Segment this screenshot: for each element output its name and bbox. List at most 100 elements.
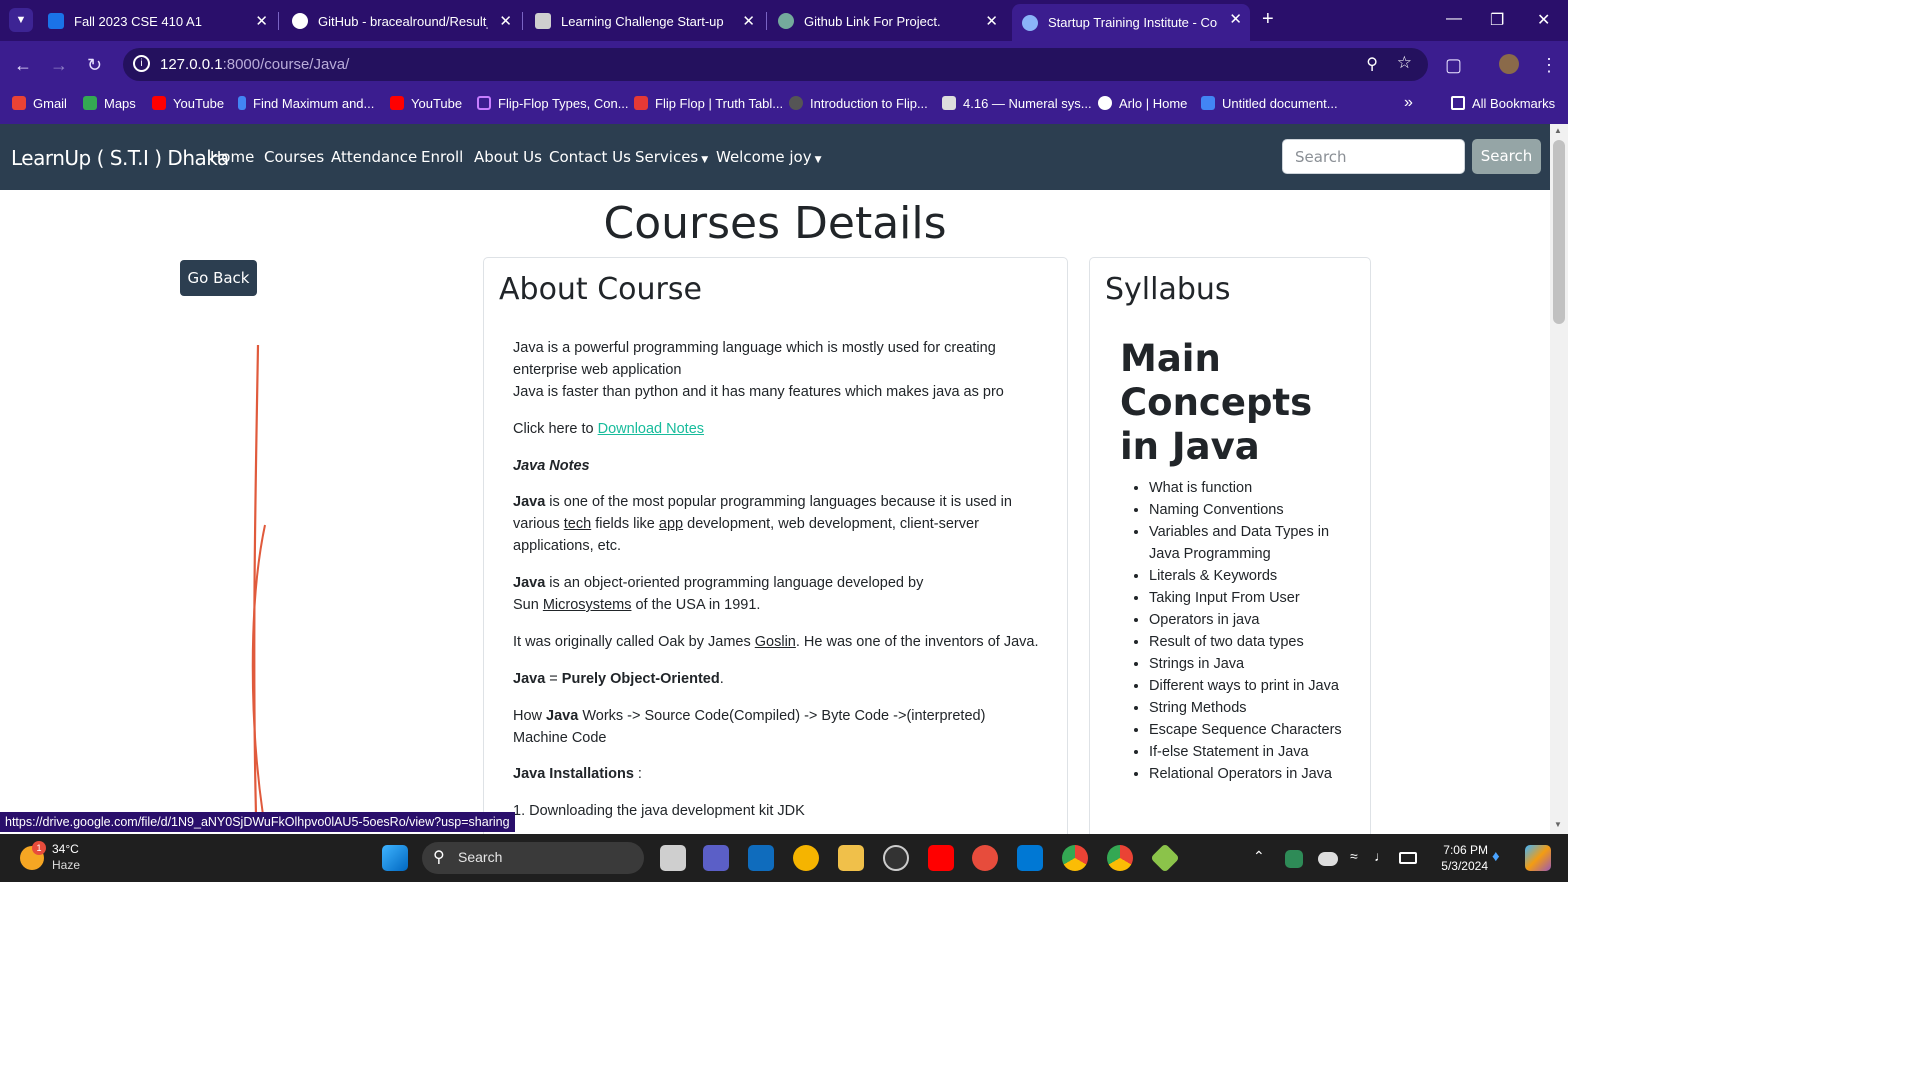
close-tab-icon[interactable]: ✕ [985,12,998,30]
site-info-icon[interactable]: i [133,55,150,72]
search-icon: ⚲ [433,849,445,866]
onedrive-icon[interactable] [1318,852,1338,866]
youtube-app-icon[interactable] [928,845,954,871]
page-scrollbar[interactable]: ▲ ▼ [1550,124,1568,834]
profile-avatar[interactable] [1499,54,1519,74]
more-bookmarks-icon[interactable]: » [1404,94,1413,112]
close-tab-icon[interactable]: ✕ [499,12,512,30]
site-search-button[interactable]: Search [1472,139,1541,174]
minimize-icon[interactable]: — [1446,10,1462,28]
syllabus-item: Different ways to print in Java [1149,675,1346,697]
zoom-icon[interactable]: ⚲ [1366,54,1378,74]
chrome-icon[interactable] [1062,845,1088,871]
download-notes-link[interactable]: Download Notes [598,421,704,437]
syllabus-item: Escape Sequence Characters [1149,719,1346,741]
syllabus-item: Literals & Keywords [1149,565,1346,587]
obs-icon[interactable] [883,845,909,871]
browser-tab-github-link[interactable]: Github Link For Project. ✕ [768,6,1006,36]
game-app-icon[interactable] [972,845,998,871]
chatgpt-icon [778,13,794,29]
task-view-icon[interactable] [660,845,686,871]
weather-app-icon[interactable] [793,845,819,871]
about-paragraph-1: Java is a powerful programming language … [513,340,1004,400]
bookmark-numeral-sys[interactable]: 4.16 — Numeral sys... [942,94,1092,112]
nav-about-us[interactable]: About Us [474,148,542,166]
vscode-icon[interactable] [1017,845,1043,871]
bookmark-untitled-doc[interactable]: Untitled document... [1201,94,1338,112]
scroll-down-icon[interactable]: ▼ [1554,820,1562,829]
bookmark-flip-flop-types[interactable]: Flip-Flop Types, Con... [477,94,629,112]
browser-tab-startup-training[interactable]: Startup Training Institute - Cour ✕ [1012,4,1250,41]
bookmark-gmail[interactable]: Gmail [12,94,67,112]
site-brand[interactable]: LearnUp ( S.T.I ) Dhaka [11,146,229,170]
security-icon[interactable] [1285,850,1303,868]
bookmark-arlo[interactable]: Arlo | Home [1098,94,1187,112]
docs-icon [1201,96,1215,110]
teams-icon[interactable] [703,845,729,871]
syllabus-item: What is function [1149,477,1346,499]
bookmark-youtube-2[interactable]: YouTube [390,94,462,112]
close-window-icon[interactable]: ✕ [1537,10,1550,30]
wifi-icon[interactable]: ≈ [1350,848,1358,864]
notification-bell-icon[interactable]: ♦ [1492,848,1500,865]
all-bookmarks[interactable]: All Bookmarks [1451,94,1555,112]
tab-search-button[interactable]: ▼ [9,8,33,32]
browser-tab-learning-challenge[interactable]: Learning Challenge Start-up ✕ [525,6,763,36]
bookmark-page-icon [238,96,246,110]
site-search-input[interactable]: Search [1282,139,1465,174]
volume-icon[interactable]: ♩ [1374,848,1388,864]
nav-contact-us[interactable]: Contact Us [549,148,631,166]
scrollbar-thumb[interactable] [1553,140,1565,324]
extensions-icon[interactable]: ▢ [1445,55,1462,76]
about-paragraph-6: How Java Works -> Source Code(Compiled) … [513,708,986,746]
nav-courses[interactable]: Courses [264,148,324,166]
bookmark-star-icon[interactable]: ☆ [1397,53,1412,73]
bookmark-youtube[interactable]: YouTube [152,94,224,112]
forward-icon[interactable]: → [50,55,68,76]
about-paragraph-5: Java = Purely Object-Oriented. [513,671,724,687]
shield-icon [789,96,803,110]
menu-icon[interactable]: ⋮ [1540,55,1558,76]
caret-down-icon: ▼ [814,155,822,165]
sigma-icon [634,96,648,110]
about-course-heading: About Course [499,272,702,307]
go-back-button[interactable]: Go Back [180,260,257,296]
bookmark-intro-flip[interactable]: Introduction to Flip... [789,94,928,112]
nav-attendance[interactable]: Attendance [331,148,417,166]
syllabus-item: Strings in Java [1149,653,1346,675]
taskbar-search[interactable]: ⚲ Search [422,842,644,874]
nav-user-dropdown[interactable]: Welcome joy ▼ [716,148,822,166]
close-tab-icon[interactable]: ✕ [742,12,755,30]
globe-icon [1098,96,1112,110]
new-tab-button[interactable]: + [1262,8,1274,31]
nav-home[interactable]: Home [210,148,254,166]
youtube-icon [390,96,404,110]
battery-icon[interactable] [1399,852,1417,864]
show-hidden-icons[interactable]: ⌃ [1253,848,1265,865]
chrome-profile-icon[interactable] [1107,845,1133,871]
clock[interactable]: 7:06 PM 5/3/2024 [1430,842,1488,874]
bookmark-flip-flop-truth[interactable]: Flip Flop | Truth Tabl... [634,94,783,112]
close-tab-icon[interactable]: ✕ [255,12,268,30]
gmail-icon [12,96,26,110]
decorative-swoosh [251,345,266,815]
restore-icon[interactable]: ❐ [1490,10,1504,30]
browser-tab-github[interactable]: GitHub - bracealround/Result_F ✕ [282,6,520,36]
file-explorer-icon[interactable] [838,845,864,871]
close-tab-icon[interactable]: ✕ [1229,10,1242,28]
tab-strip: ▼ Fall 2023 CSE 410 A1 ✕ GitHub - bracea… [0,0,1568,41]
copilot-icon[interactable] [1525,845,1551,871]
bookmark-maps[interactable]: Maps [83,94,136,112]
globe-icon [1022,14,1038,31]
bookmark-find-maximum[interactable]: Find Maximum and... [238,94,374,112]
windows-start-icon[interactable] [382,845,408,871]
address-bar[interactable]: i 127.0.0.1:8000/course/Java/ ⚲ ☆ [123,48,1428,81]
reload-icon[interactable]: ↻ [87,55,102,76]
weather-widget[interactable]: 1 34°C Haze [20,841,90,874]
back-icon[interactable]: ← [14,55,32,76]
nav-enroll[interactable]: Enroll [421,148,463,166]
browser-tab-cse410[interactable]: Fall 2023 CSE 410 A1 ✕ [38,6,276,36]
nav-services-dropdown[interactable]: Services ▼ [635,148,708,166]
scroll-up-icon[interactable]: ▲ [1554,126,1562,135]
mail-icon[interactable] [748,845,774,871]
